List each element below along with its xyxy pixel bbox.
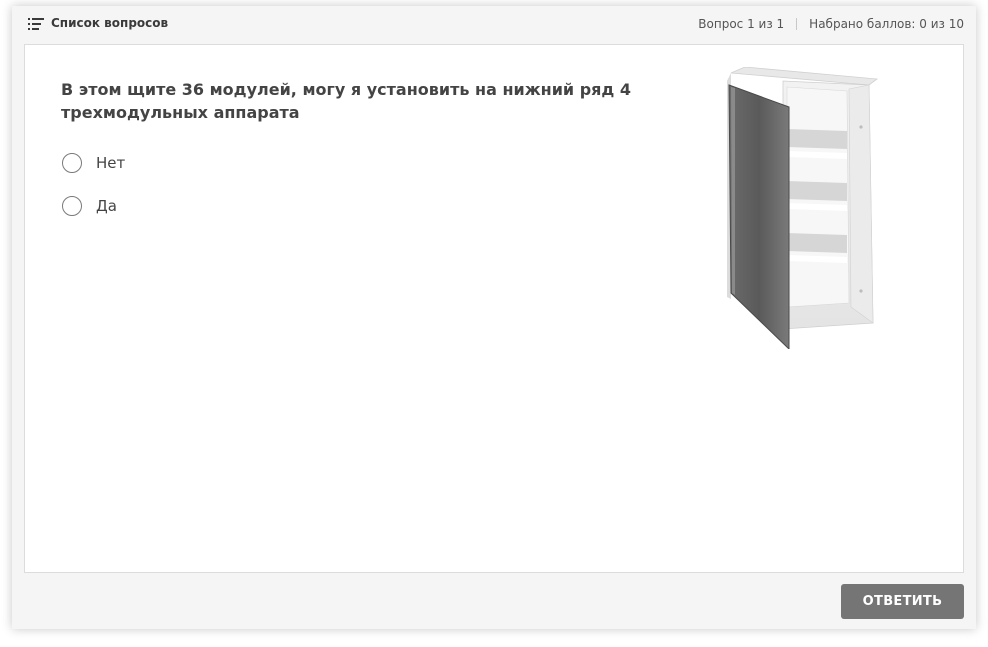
answer-option-net[interactable]: Нет	[62, 153, 125, 173]
answer-button[interactable]: ОТВЕТИТЬ	[841, 584, 964, 619]
answer-option-da[interactable]: Да	[62, 196, 117, 216]
electrical-panel-image	[723, 66, 879, 351]
question-text: В этом щите 36 модулей, могу я установит…	[61, 80, 632, 122]
answer-option-label: Нет	[96, 154, 126, 172]
top-bar: Список вопросов Вопрос 1 из 1 Набрано ба…	[12, 6, 976, 44]
progress-info: Вопрос 1 из 1 Набрано баллов: 0 из 10	[698, 17, 964, 31]
question-card: В этом щите 36 модулей, могу я установит…	[24, 44, 964, 573]
answer-option-label: Да	[96, 197, 117, 215]
divider	[796, 18, 798, 30]
question-counter: Вопрос 1 из 1	[698, 17, 785, 31]
radio-button[interactable]	[62, 153, 82, 173]
score-text: Набрано баллов: 0 из 10	[809, 17, 964, 31]
quiz-window: Список вопросов Вопрос 1 из 1 Набрано ба…	[12, 6, 976, 629]
question-list-button[interactable]: Список вопросов	[28, 16, 168, 30]
radio-button[interactable]	[62, 196, 82, 216]
list-icon	[28, 16, 44, 30]
question-list-label: Список вопросов	[51, 16, 169, 30]
